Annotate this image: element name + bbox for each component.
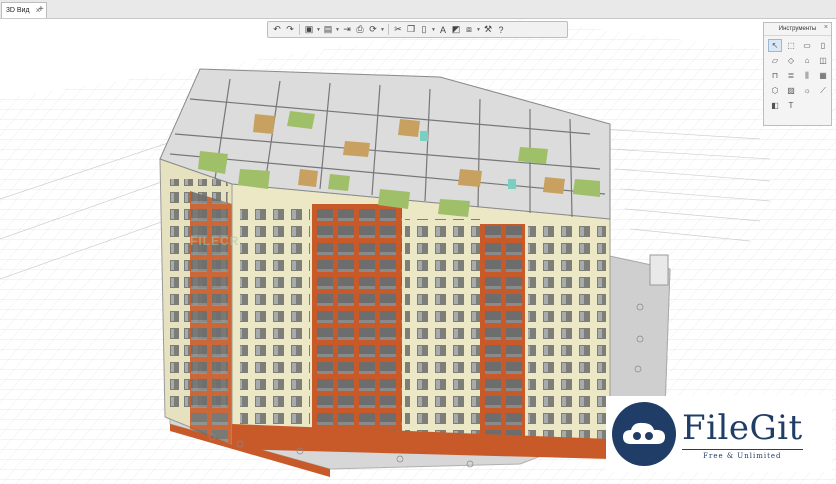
layers-icon[interactable]: ▣: [303, 24, 315, 36]
marquee-tool-icon[interactable]: ⬚: [784, 39, 798, 52]
wrench-icon[interactable]: ⚒: [482, 24, 494, 36]
toolbar-separator: [299, 24, 300, 35]
tab-3d-view-label: 3D Вид: [6, 7, 30, 14]
undo-icon[interactable]: ↶: [271, 24, 283, 36]
print-icon[interactable]: ⎙: [354, 24, 366, 36]
chevron-down-icon[interactable]: ▼: [380, 24, 385, 36]
render-icon[interactable]: ◩: [450, 24, 462, 36]
chevron-down-icon[interactable]: ▼: [476, 24, 481, 36]
mesh-tool-icon[interactable]: ▦: [816, 69, 830, 82]
roof-tool-icon[interactable]: ⌂: [800, 54, 814, 67]
tools-palette: Инструменты × ↖ ⬚ ▭ ▯ ▱ ◇ ⌂ ◫ ⊓ ≣ ⫼ ▦ ⬡ …: [763, 22, 832, 126]
window-tool-icon[interactable]: ◫: [816, 54, 830, 67]
help-icon[interactable]: ?: [495, 24, 507, 36]
curtain-wall-tool-icon[interactable]: ⟋: [816, 84, 830, 97]
copy-icon[interactable]: ❐: [405, 24, 417, 36]
orbit-icon[interactable]: ⟳: [367, 24, 379, 36]
view-toolbar: ↶ ↷ ▣ ▼ ▤ ▼ ⇥ ⎙ ⟳ ▼ ✂ ❐ ▯ ▼ A ◩ ⧈ ▼ ⚒ ?: [267, 21, 568, 38]
chevron-down-icon[interactable]: ▼: [316, 24, 321, 36]
add-tab-icon[interactable]: +: [38, 2, 44, 17]
wall-tool-icon[interactable]: ▭: [800, 39, 814, 52]
railing-tool-icon[interactable]: ⫼: [800, 69, 814, 82]
beam-tool-icon[interactable]: ▱: [768, 54, 782, 67]
redo-icon[interactable]: ↷: [284, 24, 296, 36]
column-tool-icon[interactable]: ▯: [816, 39, 830, 52]
object-tool-icon[interactable]: ⬡: [768, 84, 782, 97]
toolbar-separator: [388, 24, 389, 35]
chevron-down-icon[interactable]: ▼: [335, 24, 340, 36]
view-cube-icon[interactable]: ⧈: [463, 24, 475, 36]
zone-tool-icon[interactable]: ▨: [784, 84, 798, 97]
logo-tagline: Free & Unlimited: [682, 448, 803, 460]
save-icon[interactable]: ▤: [322, 24, 334, 36]
lamp-tool-icon[interactable]: ☼: [800, 84, 814, 97]
arrow-tool-icon[interactable]: ↖: [768, 39, 782, 52]
fill-tool-icon[interactable]: ◧: [768, 99, 782, 112]
cut-icon[interactable]: ✂: [392, 24, 404, 36]
text-tool-icon[interactable]: T: [784, 99, 798, 112]
close-icon[interactable]: ×: [824, 24, 828, 31]
palette-title: Инструменты: [764, 23, 831, 36]
logo-name: FileGit: [682, 407, 803, 448]
view-tab-bar: 3D Вид × +: [0, 0, 836, 19]
paste-icon[interactable]: ▯: [418, 24, 430, 36]
stair-tool-icon[interactable]: ≣: [784, 69, 798, 82]
watermark-text: FILECR: [190, 234, 240, 248]
filegit-logo: FileGit Free & Unlimited: [606, 396, 832, 472]
text-style-icon[interactable]: A: [437, 24, 449, 36]
cloud-logo-icon: [612, 402, 676, 466]
slab-tool-icon[interactable]: ◇: [784, 54, 798, 67]
door-tool-icon[interactable]: ⊓: [768, 69, 782, 82]
move-icon[interactable]: ⇥: [341, 24, 353, 36]
chevron-down-icon[interactable]: ▼: [431, 24, 436, 36]
